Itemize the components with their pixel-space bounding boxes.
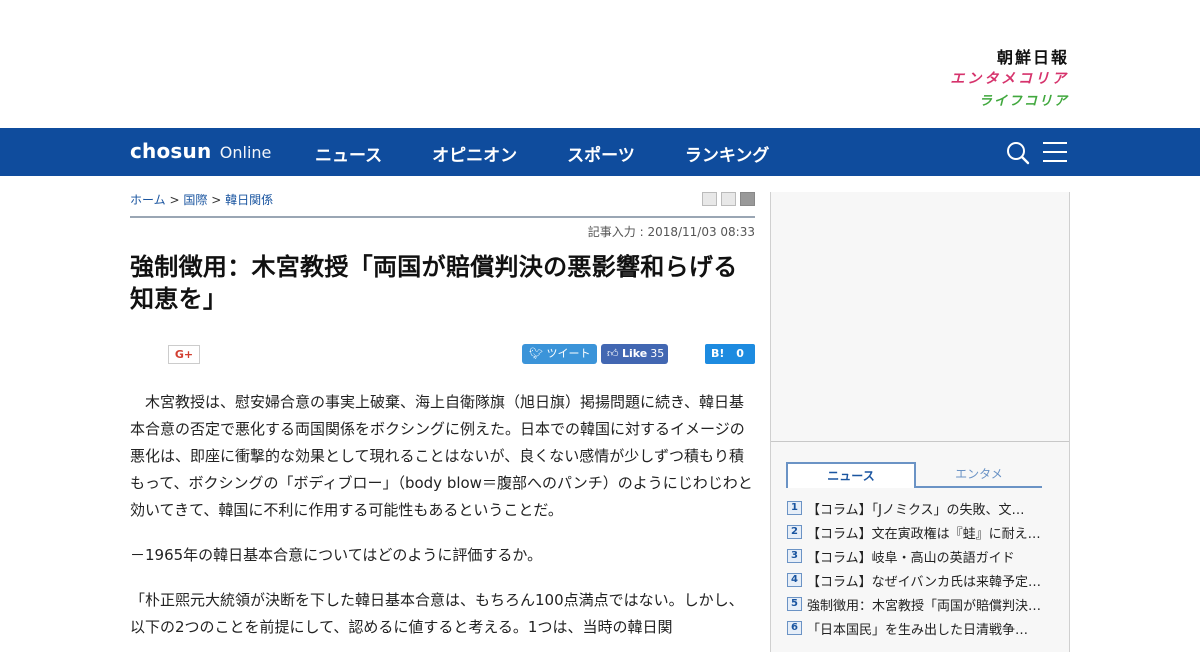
rank-number: 1 — [787, 501, 802, 515]
breadcrumb-sep: > — [169, 193, 180, 207]
rank-number: 6 — [787, 621, 802, 635]
ranking-link[interactable]: 【コラム】なぜイバンカ氏は来韓予定… — [807, 571, 1042, 590]
fb-like-count: 35 — [650, 347, 665, 360]
top-brand-area: 朝鮮日報 エンタメコリア ライフコリア — [0, 0, 1200, 128]
tweet-label: ツイート — [546, 347, 591, 360]
breadcrumb-home[interactable]: ホーム — [130, 193, 166, 207]
text-size-icon[interactable] — [721, 192, 736, 206]
breadcrumb-sep: > — [211, 193, 222, 207]
ranking-item[interactable]: 6 「日本国民」を生み出した日清戦争… — [787, 616, 1057, 640]
ranking-item[interactable]: 1 【コラム】「Jノミクス」の失敗、文… — [787, 496, 1057, 520]
ranking-item[interactable]: 5 強制徴用：木宮教授「両国が賠償判決… — [787, 592, 1057, 616]
life-korea-logo[interactable]: ライフコリア — [950, 90, 1069, 109]
ranking-link[interactable]: 【コラム】岐阜・高山の英語ガイド — [807, 547, 1042, 566]
nav-item-sports[interactable]: スポーツ — [567, 141, 635, 166]
twitter-bird-icon: 🐦︎ — [529, 347, 547, 360]
article-column: ホーム > 国際 > 韓日関係 記事入力 : 2018/11/03 08:33 … — [130, 188, 755, 659]
share-row: G+ 🐦︎ ツイート 👍︎ Like 35 B! 0 — [130, 333, 755, 373]
article-paragraph: 「朴正煕元大統領が決断を下した韓日基本合意は、もちろん100点満点ではない。しか… — [130, 591, 744, 636]
print-icon[interactable] — [702, 192, 717, 206]
ranking-link[interactable]: 強制徴用：木宮教授「両国が賠償判決… — [807, 595, 1042, 614]
tweet-button[interactable]: 🐦︎ ツイート — [522, 344, 597, 364]
logo-bold-text: chosun — [130, 139, 212, 163]
rank-number: 3 — [787, 549, 802, 563]
chosun-ilbo-logo[interactable]: 朝鮮日報 — [950, 44, 1069, 67]
header-rule — [130, 216, 755, 218]
hatena-label: B! — [711, 347, 725, 360]
article-body: 木宮教授は、慰安婦合意の事実上破棄、海上自衛隊旗（旭日旗）掲揚問題に続き、韓日基… — [130, 389, 755, 641]
ranking-link[interactable]: 【コラム】文在寅政権は『蛙』に耐え… — [807, 523, 1042, 542]
nav-item-ranking[interactable]: ランキング — [685, 141, 770, 166]
nav-item-news[interactable]: ニュース — [315, 141, 382, 166]
ad-space — [771, 192, 1069, 442]
nav-items: ニュース オピニオン スポーツ ランキング — [315, 141, 819, 166]
hatena-count: 0 — [736, 347, 744, 360]
chosun-online-logo[interactable]: chosun Online — [130, 139, 271, 163]
hatena-bookmark-button[interactable]: B! 0 — [705, 344, 755, 364]
article-paragraph: －1965年の韓日基本合意についてはどのように評価するか。 — [130, 546, 543, 564]
nav-item-opinion[interactable]: オピニオン — [432, 141, 517, 166]
rank-number: 2 — [787, 525, 802, 539]
entame-korea-logo[interactable]: エンタメコリア — [950, 68, 1069, 90]
rank-number: 5 — [787, 597, 802, 611]
facebook-like-button[interactable]: 👍︎ Like 35 — [601, 344, 668, 364]
rank-number: 4 — [787, 573, 802, 587]
tab-news[interactable]: ニュース — [786, 462, 916, 488]
tab-entame[interactable]: エンタメ — [916, 462, 1042, 488]
ranking-link[interactable]: 【コラム】「Jノミクス」の失敗、文… — [807, 499, 1042, 518]
breadcrumb-korea-japan[interactable]: 韓日関係 — [225, 193, 273, 207]
main-navbar: chosun Online ニュース オピニオン スポーツ ランキング — [0, 128, 1200, 176]
ranking-item[interactable]: 3 【コラム】岐阜・高山の英語ガイド — [787, 544, 1057, 568]
breadcrumb-international[interactable]: 国際 — [183, 193, 207, 207]
ranking-link[interactable]: 「日本国民」を生み出した日清戦争… — [807, 619, 1042, 638]
brand-stack: 朝鮮日報 エンタメコリア ライフコリア — [950, 44, 1069, 109]
thumbs-up-icon: 👍︎ — [607, 347, 622, 360]
logo-light-text: Online — [219, 143, 272, 162]
breadcrumb: ホーム > 国際 > 韓日関係 — [130, 188, 755, 216]
google-plus-button[interactable]: G+ — [168, 345, 200, 364]
ranking-item[interactable]: 2 【コラム】文在寅政権は『蛙』に耐え… — [787, 520, 1057, 544]
article-headline: 強制徴用：木宮教授「両国が賠償判決の悪影響和らげる知恵を」 — [130, 253, 738, 313]
sidebar: ニュース エンタメ 1 【コラム】「Jノミクス」の失敗、文… 2 【コラム】文在… — [770, 192, 1070, 652]
article-paragraph: 木宮教授は、慰安婦合意の事実上破棄、海上自衛隊旗（旭日旗）掲揚問題に続き、韓日基… — [130, 393, 753, 519]
ranking-tabs: ニュース エンタメ — [786, 462, 1042, 488]
hamburger-menu-icon[interactable] — [1043, 142, 1067, 164]
article-dateline: 記事入力 : 2018/11/03 08:33 — [587, 225, 755, 239]
article-tools — [702, 192, 755, 206]
fb-like-label: Like — [622, 347, 648, 360]
ranking-item[interactable]: 4 【コラム】なぜイバンカ氏は来韓予定… — [787, 568, 1057, 592]
search-icon[interactable] — [1006, 141, 1030, 165]
ranking-list: 1 【コラム】「Jノミクス」の失敗、文… 2 【コラム】文在寅政権は『蛙』に耐え… — [787, 496, 1057, 640]
back-arrow-icon[interactable] — [740, 192, 755, 206]
